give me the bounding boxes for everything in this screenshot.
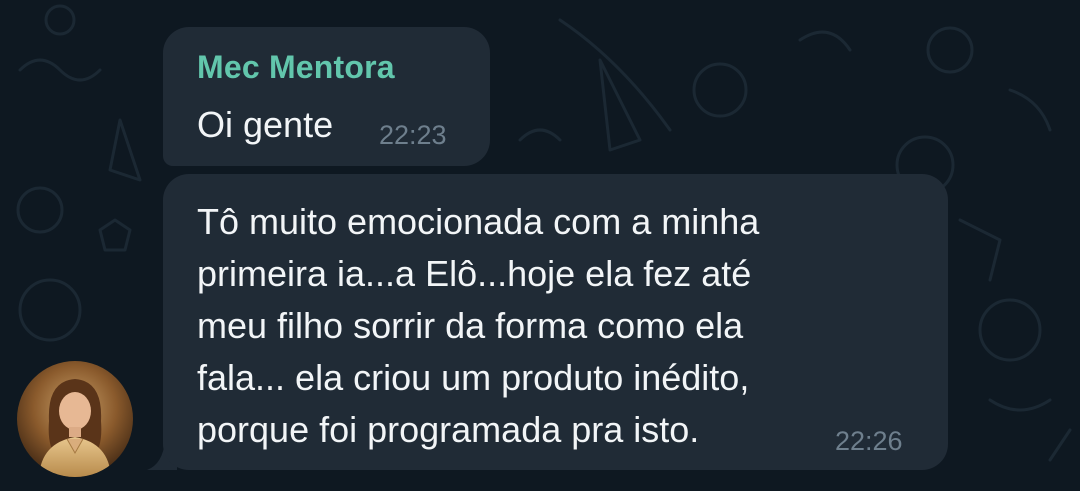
message-line: primeira ia...a Elô...hoje ela fez até xyxy=(197,253,752,294)
sender-name[interactable]: Mec Mentora xyxy=(197,49,395,86)
user-photo-avatar-icon xyxy=(17,361,133,477)
message-line: fala... ela criou um produto inédito, xyxy=(197,357,750,398)
message-text-2: Tô muito emocionada com a minha primeira… xyxy=(197,196,897,456)
message-text-1: Oi gente xyxy=(197,104,334,145)
message-bubble-2[interactable]: Tô muito emocionada com a minha primeira… xyxy=(163,174,948,470)
message-bubble-1[interactable]: Mec Mentora Oi gente 22:23 xyxy=(163,27,490,166)
message-line: porque foi programada pra isto. xyxy=(197,409,700,450)
message-line: Tô muito emocionada com a minha xyxy=(197,201,760,242)
message-time-1: 22:23 xyxy=(379,120,447,150)
avatar[interactable] xyxy=(17,361,133,477)
message-line: meu filho sorrir da forma como ela xyxy=(197,305,744,346)
message-time-2: 22:26 xyxy=(835,426,903,456)
